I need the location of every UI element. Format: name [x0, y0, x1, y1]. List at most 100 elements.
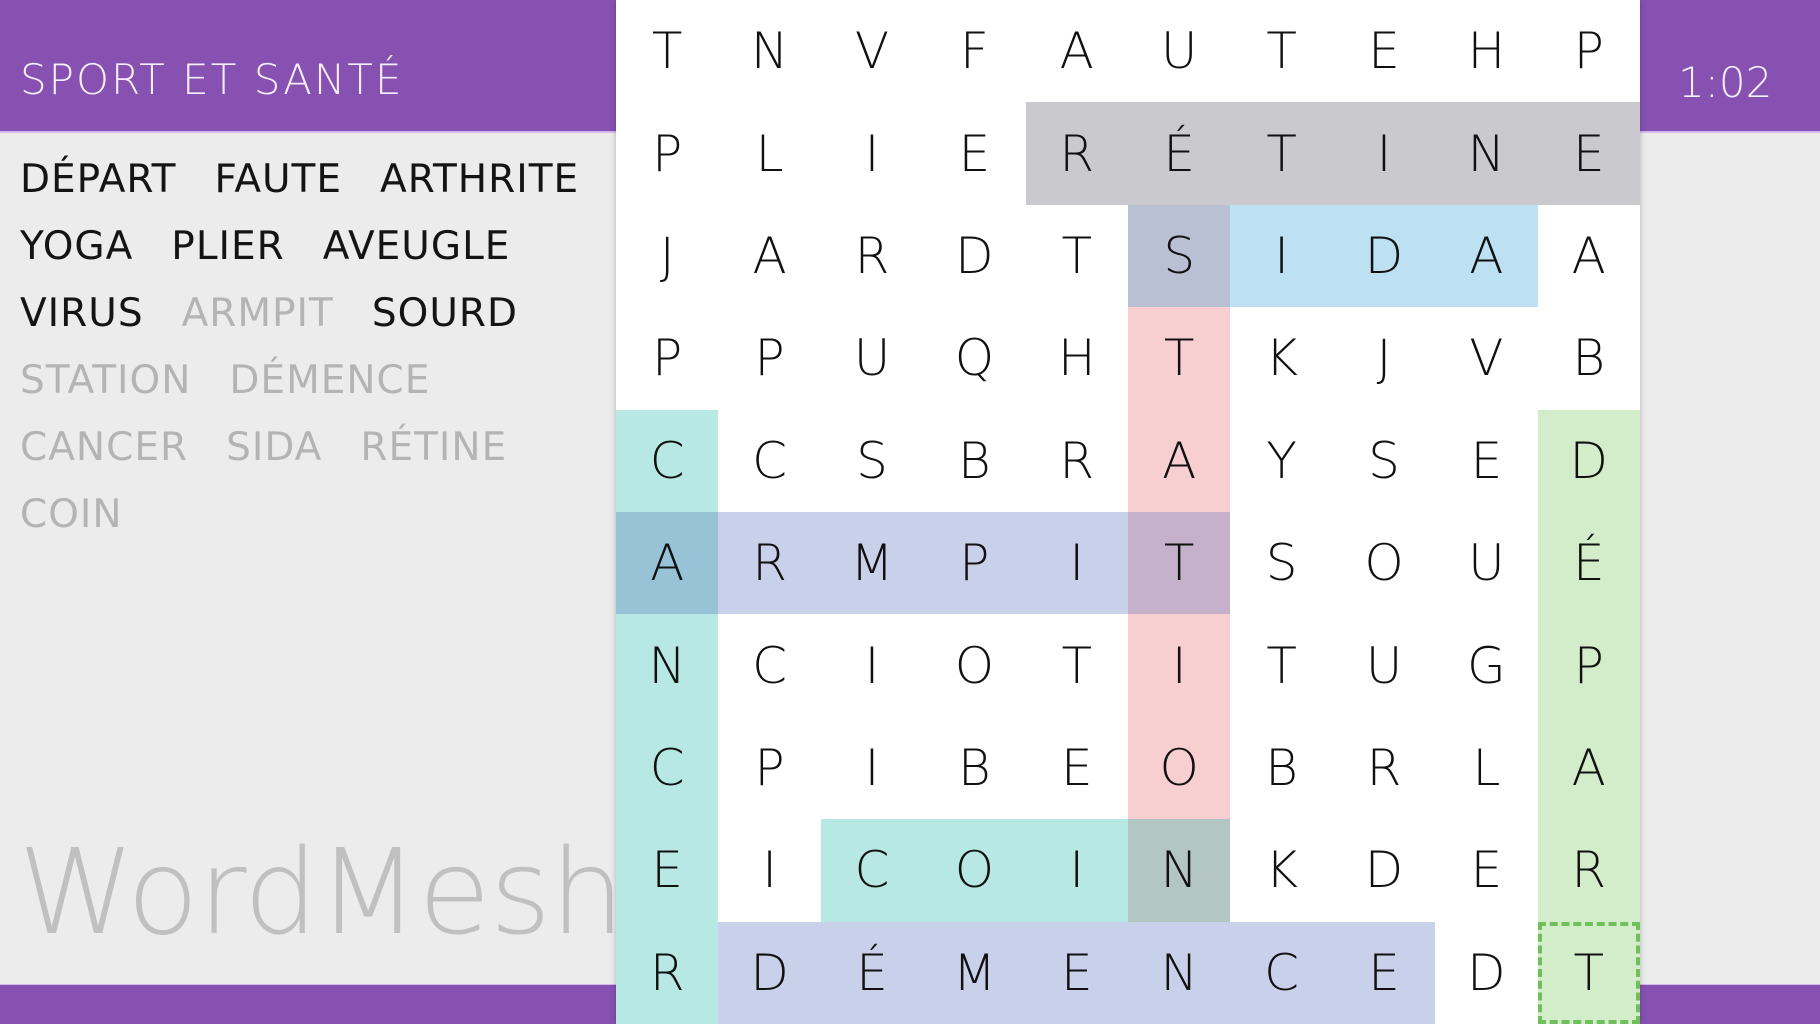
grid-cell[interactable]: P: [1538, 614, 1640, 716]
grid-cell[interactable]: R: [1026, 410, 1128, 512]
grid-cell[interactable]: I: [821, 717, 923, 819]
grid-cell[interactable]: K: [1230, 819, 1332, 921]
grid-cell[interactable]: U: [1128, 0, 1230, 102]
grid-cell[interactable]: A: [1128, 410, 1230, 512]
grid-cell[interactable]: Q: [923, 307, 1025, 409]
grid-cell[interactable]: P: [1538, 0, 1640, 102]
grid-cell[interactable]: T: [1128, 512, 1230, 614]
grid-cell[interactable]: Y: [1230, 410, 1332, 512]
grid-cell[interactable]: A: [1538, 205, 1640, 307]
grid-cell[interactable]: U: [1435, 512, 1537, 614]
grid-cell[interactable]: E: [1333, 922, 1435, 1024]
letter-grid[interactable]: TNVFAUTEHPPLIERÉTINEJARDTSIDAAPPUQHTKJVB…: [616, 0, 1640, 1024]
grid-cell[interactable]: U: [821, 307, 923, 409]
grid-cell[interactable]: C: [718, 614, 820, 716]
grid-cell[interactable]: P: [718, 307, 820, 409]
grid-cell[interactable]: R: [718, 512, 820, 614]
grid-cell[interactable]: N: [616, 614, 718, 716]
grid-cell[interactable]: D: [1435, 922, 1537, 1024]
grid-cell[interactable]: B: [1230, 717, 1332, 819]
grid-cell[interactable]: S: [1128, 205, 1230, 307]
grid-cell[interactable]: I: [1333, 102, 1435, 204]
grid-cell[interactable]: T: [1026, 614, 1128, 716]
grid-cell[interactable]: É: [821, 922, 923, 1024]
grid-cell[interactable]: N: [1128, 922, 1230, 1024]
grid-cell[interactable]: C: [616, 410, 718, 512]
grid-cell[interactable]: A: [616, 512, 718, 614]
grid-cell[interactable]: I: [718, 819, 820, 921]
grid-cell[interactable]: D: [1333, 819, 1435, 921]
grid-cell[interactable]: I: [1128, 614, 1230, 716]
grid-cell[interactable]: N: [718, 0, 820, 102]
grid-cell[interactable]: A: [1435, 205, 1537, 307]
grid-cell[interactable]: E: [923, 102, 1025, 204]
grid-cell[interactable]: P: [923, 512, 1025, 614]
grid-cell[interactable]: B: [923, 410, 1025, 512]
grid-cell[interactable]: T: [616, 0, 718, 102]
grid-cell[interactable]: D: [1538, 410, 1640, 512]
grid-cell[interactable]: N: [1435, 102, 1537, 204]
grid-cell[interactable]: C: [821, 819, 923, 921]
grid-cell[interactable]: A: [1026, 0, 1128, 102]
grid-cell[interactable]: T: [1128, 307, 1230, 409]
grid-cell[interactable]: É: [1128, 102, 1230, 204]
grid-cell[interactable]: P: [616, 307, 718, 409]
grid-cell[interactable]: A: [1538, 717, 1640, 819]
grid-cell[interactable]: U: [1333, 614, 1435, 716]
grid-cell[interactable]: B: [923, 717, 1025, 819]
grid-cell[interactable]: R: [1333, 717, 1435, 819]
grid-cell[interactable]: T: [1026, 205, 1128, 307]
grid-cell[interactable]: F: [923, 0, 1025, 102]
grid-cell[interactable]: R: [821, 205, 923, 307]
grid-cell[interactable]: C: [616, 717, 718, 819]
grid-cell[interactable]: É: [1538, 512, 1640, 614]
grid-cell[interactable]: T: [1230, 102, 1332, 204]
grid-cell[interactable]: M: [821, 512, 923, 614]
grid-cell[interactable]: P: [718, 717, 820, 819]
grid-cell[interactable]: E: [1026, 922, 1128, 1024]
grid-cell[interactable]: S: [1230, 512, 1332, 614]
grid-cell[interactable]: O: [1333, 512, 1435, 614]
grid-cell[interactable]: I: [821, 614, 923, 716]
grid-cell[interactable]: E: [616, 819, 718, 921]
grid-cell[interactable]: C: [718, 410, 820, 512]
grid-cell[interactable]: V: [821, 0, 923, 102]
grid-cell[interactable]: E: [1435, 410, 1537, 512]
grid-cell[interactable]: J: [616, 205, 718, 307]
grid-cell[interactable]: H: [1026, 307, 1128, 409]
grid-cell[interactable]: I: [821, 102, 923, 204]
grid-cell[interactable]: D: [923, 205, 1025, 307]
grid-cell[interactable]: O: [1128, 717, 1230, 819]
grid-cell[interactable]: R: [1026, 102, 1128, 204]
grid-cell[interactable]: N: [1128, 819, 1230, 921]
grid-cell[interactable]: L: [718, 102, 820, 204]
grid-cell[interactable]: E: [1333, 0, 1435, 102]
grid-cell[interactable]: I: [1026, 512, 1128, 614]
grid-cell[interactable]: E: [1435, 819, 1537, 921]
grid-cell[interactable]: V: [1435, 307, 1537, 409]
grid-cell[interactable]: O: [923, 614, 1025, 716]
grid-cell[interactable]: C: [1230, 922, 1332, 1024]
grid-cell[interactable]: O: [923, 819, 1025, 921]
grid-cell[interactable]: G: [1435, 614, 1537, 716]
grid-cell[interactable]: L: [1435, 717, 1537, 819]
grid-cell[interactable]: E: [1538, 102, 1640, 204]
grid-cell[interactable]: T: [1230, 614, 1332, 716]
grid-cell[interactable]: J: [1333, 307, 1435, 409]
grid-cell[interactable]: E: [1026, 717, 1128, 819]
grid-cell[interactable]: R: [616, 922, 718, 1024]
grid-cell[interactable]: D: [718, 922, 820, 1024]
grid-cell[interactable]: S: [821, 410, 923, 512]
grid-cell[interactable]: D: [1333, 205, 1435, 307]
grid-cell[interactable]: B: [1538, 307, 1640, 409]
grid-cell[interactable]: R: [1538, 819, 1640, 921]
grid-cell[interactable]: K: [1230, 307, 1332, 409]
grid-cell[interactable]: I: [1230, 205, 1332, 307]
grid-cell[interactable]: T: [1230, 0, 1332, 102]
grid-cell[interactable]: I: [1026, 819, 1128, 921]
grid-cell[interactable]: A: [718, 205, 820, 307]
grid-cell[interactable]: H: [1435, 0, 1537, 102]
grid-cell[interactable]: M: [923, 922, 1025, 1024]
grid-cell[interactable]: P: [616, 102, 718, 204]
grid-cell[interactable]: S: [1333, 410, 1435, 512]
